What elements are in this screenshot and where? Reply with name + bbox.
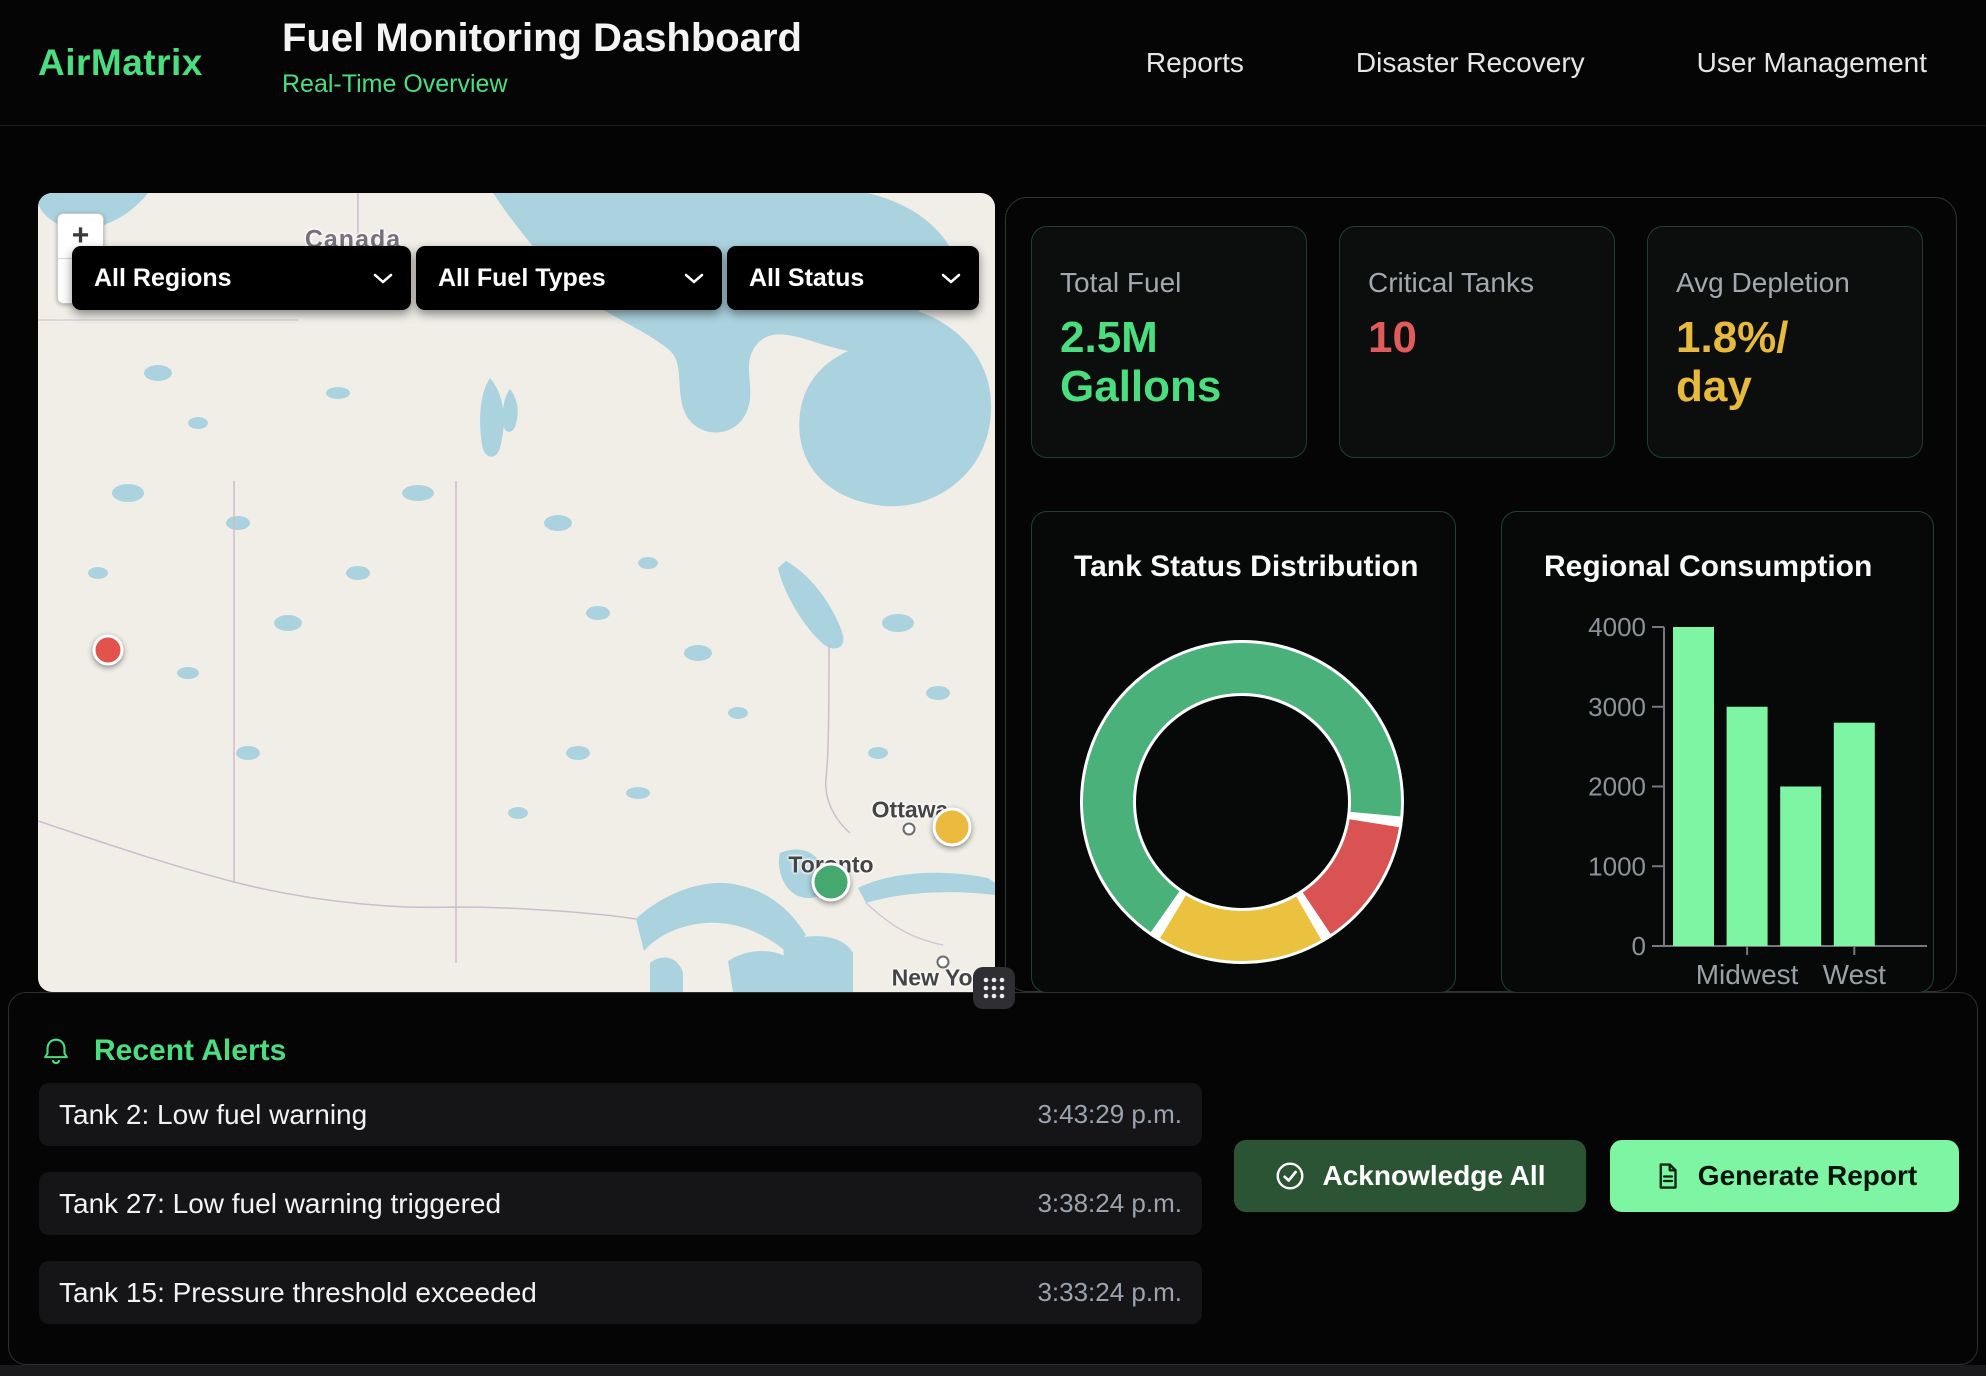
title-block: Fuel Monitoring Dashboard Real-Time Over… — [282, 16, 802, 99]
chevron-down-icon — [373, 273, 393, 284]
status-dropdown[interactable]: All Status — [727, 246, 979, 310]
svg-text:0: 0 — [1632, 931, 1646, 961]
page-subtitle: Real-Time Overview — [282, 70, 802, 99]
stat-card-total-fuel: Total Fuel 2.5M Gallons — [1031, 226, 1307, 458]
chart-title: Regional Consumption — [1544, 550, 1872, 584]
alert-row: Tank 27: Low fuel warning triggered 3:38… — [39, 1172, 1202, 1235]
generate-report-label: Generate Report — [1698, 1160, 1917, 1192]
stat-label: Total Fuel — [1060, 267, 1278, 299]
alert-text: Tank 15: Pressure threshold exceeded — [59, 1277, 537, 1309]
map-water — [493, 193, 991, 506]
map[interactable]: Canada Ottawa Toronto New York + − All R… — [38, 193, 995, 992]
stat-value: 10 — [1368, 313, 1586, 362]
svg-text:1000: 1000 — [1588, 851, 1646, 881]
svg-text:4000: 4000 — [1588, 612, 1646, 642]
stat-label: Critical Tanks — [1368, 267, 1586, 299]
alert-row: Tank 2: Low fuel warning 3:43:29 p.m. — [39, 1083, 1202, 1146]
app-root: AirMatrix Fuel Monitoring Dashboard Real… — [0, 0, 1986, 1376]
map-marker-yellow[interactable] — [933, 808, 972, 847]
regions-dropdown[interactable]: All Regions — [72, 246, 411, 310]
svg-text:2000: 2000 — [1588, 772, 1646, 802]
ottawa-city-dot — [903, 823, 916, 836]
document-icon — [1652, 1161, 1682, 1191]
alert-timestamp: 3:43:29 p.m. — [1037, 1099, 1182, 1130]
chevron-down-icon — [941, 273, 961, 284]
brand-logo[interactable]: AirMatrix — [38, 0, 203, 125]
fuel-types-dropdown-label: All Fuel Types — [438, 264, 606, 293]
fuel-types-dropdown[interactable]: All Fuel Types — [416, 246, 722, 310]
generate-report-button[interactable]: Generate Report — [1610, 1140, 1959, 1212]
header: AirMatrix Fuel Monitoring Dashboard Real… — [0, 0, 1986, 126]
regional-bar-chart: 0 1000 2000 3000 4000 Midwest West — [1502, 512, 1934, 993]
alert-timestamp: 3:33:24 p.m. — [1037, 1277, 1182, 1308]
map-marker-green[interactable] — [812, 863, 851, 902]
acknowledge-all-button[interactable]: Acknowledge All — [1234, 1140, 1586, 1212]
alerts-title: Recent Alerts — [94, 1034, 286, 1068]
status-dropdown-label: All Status — [749, 264, 864, 293]
svg-text:Midwest: Midwest — [1696, 959, 1799, 990]
alert-text: Tank 2: Low fuel warning — [59, 1099, 367, 1131]
nav-item-disaster-recovery[interactable]: Disaster Recovery — [1356, 47, 1585, 79]
alerts-header: Recent Alerts — [40, 1034, 286, 1068]
svg-text:3000: 3000 — [1588, 692, 1646, 722]
main-nav: Reports Disaster Recovery User Managemen… — [1146, 0, 1927, 125]
dashboard-panel: Total Fuel 2.5M Gallons Critical Tanks 1… — [1005, 197, 1957, 992]
stats-row: Total Fuel 2.5M Gallons Critical Tanks 1… — [1031, 226, 1923, 458]
tank-status-card: Tank Status Distribution — [1031, 511, 1456, 993]
map-filters: All Regions All Fuel Types All Status — [72, 246, 979, 310]
page-title: Fuel Monitoring Dashboard — [282, 16, 802, 60]
tank-status-donut — [1032, 512, 1456, 993]
alert-timestamp: 3:38:24 p.m. — [1037, 1188, 1182, 1219]
alert-row: Tank 15: Pressure threshold exceeded 3:3… — [39, 1261, 1202, 1324]
regions-dropdown-label: All Regions — [94, 264, 232, 293]
stat-card-critical-tanks: Critical Tanks 10 — [1339, 226, 1615, 458]
charts-row: Tank Status Distribution 0 1000 2000 3000 40… — [1031, 511, 1934, 993]
nav-item-user-management[interactable]: User Management — [1697, 47, 1927, 79]
bell-icon — [40, 1035, 72, 1067]
stat-label: Avg Depletion — [1676, 267, 1894, 299]
new-york-city-dot — [937, 956, 950, 969]
alert-text: Tank 27: Low fuel warning triggered — [59, 1188, 501, 1220]
stat-card-avg-depletion: Avg Depletion 1.8%/ day — [1647, 226, 1923, 458]
stat-value: 2.5M Gallons — [1060, 313, 1278, 412]
svg-text:West: West — [1823, 959, 1886, 990]
drag-handle[interactable] — [973, 967, 1015, 1009]
check-circle-icon — [1274, 1160, 1306, 1192]
chart-title: Tank Status Distribution — [1074, 550, 1418, 584]
stat-value: 1.8%/ day — [1676, 313, 1894, 412]
drag-dots-icon — [979, 973, 1009, 1003]
regional-consumption-card: 0 1000 2000 3000 4000 Midwest West Regional Co… — [1501, 511, 1934, 993]
nav-item-reports[interactable]: Reports — [1146, 47, 1244, 79]
map-marker-red[interactable] — [93, 635, 124, 666]
acknowledge-all-label: Acknowledge All — [1322, 1160, 1545, 1192]
chevron-down-icon — [684, 273, 704, 284]
